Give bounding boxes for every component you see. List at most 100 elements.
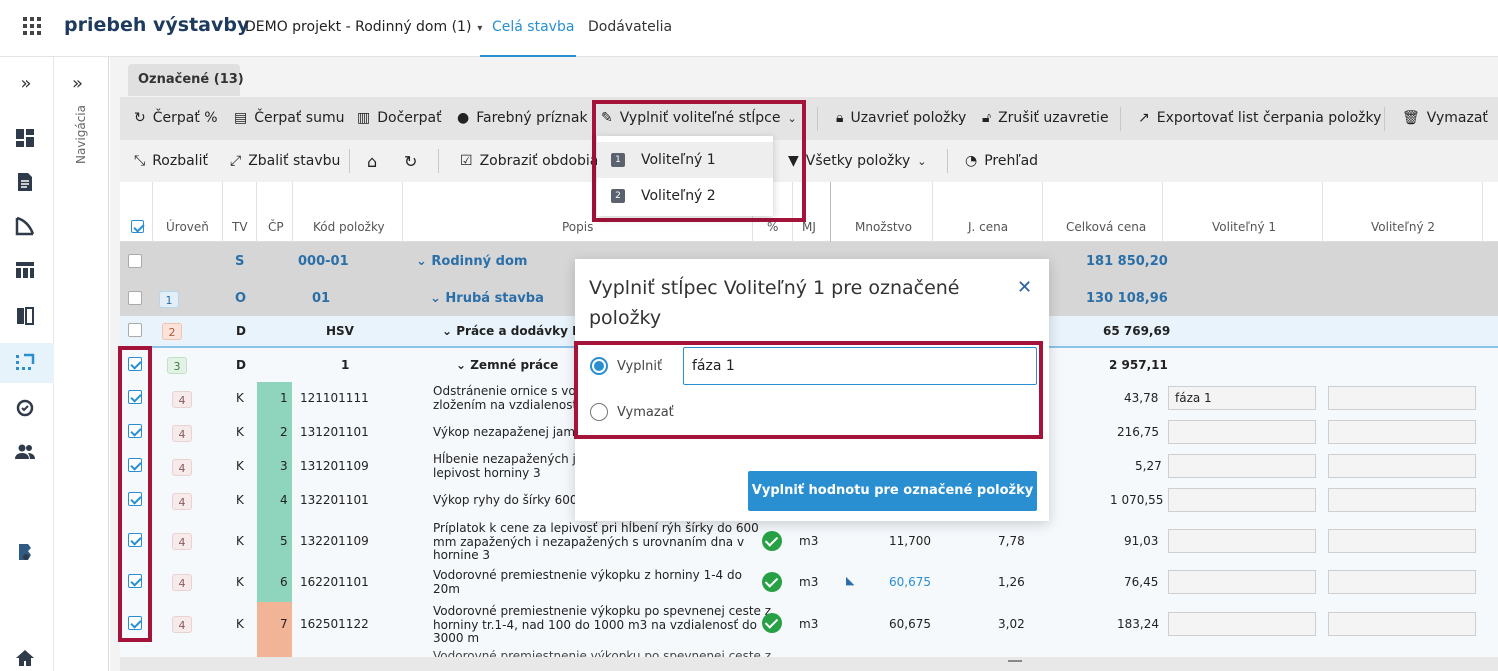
col-celkova[interactable]: Celková cena — [1066, 220, 1146, 234]
col-cp[interactable]: ČP — [268, 220, 284, 234]
volitelny2-input[interactable] — [1328, 420, 1476, 444]
volitelny2-input[interactable] — [1328, 488, 1476, 512]
chevron-down-icon: ⌄ — [442, 324, 457, 338]
level-badge: 4 — [172, 574, 192, 591]
volitelny1-input[interactable] — [1168, 454, 1316, 478]
table-row[interactable]: 4 K 5 132201109 Príplatok k cene za lepi… — [120, 518, 1498, 564]
col-jcena[interactable]: J. cena — [968, 220, 1008, 234]
vsetky-polozky-filter[interactable]: ▼ Všetky položky ⌄ — [788, 153, 926, 169]
home-icon[interactable] — [14, 647, 38, 671]
volitelny1-input[interactable] — [1168, 529, 1316, 553]
col-uroven[interactable]: Úroveň — [166, 220, 209, 234]
expand-icon[interactable]: » — [14, 73, 38, 97]
docerpat-button[interactable]: ▥ Dočerpať — [357, 110, 442, 126]
highlight-checkboxes — [118, 346, 152, 642]
volitelny2-input[interactable] — [1328, 454, 1476, 478]
toolbar-separator — [438, 149, 439, 173]
volitelny2-input[interactable] — [1328, 386, 1476, 410]
tab-oznacene[interactable]: Označené (13) — [128, 64, 244, 96]
nav-expand-icon[interactable]: » — [72, 73, 83, 94]
row-title[interactable]: ⌄ Hrubá stavba — [430, 291, 544, 306]
toolbar-separator — [817, 107, 818, 131]
cerpat-percent-button[interactable]: ↻ Čerpať % — [134, 110, 218, 126]
tab-cela-stavba[interactable]: Celá stavba — [492, 19, 574, 35]
chart-icon[interactable] — [14, 215, 38, 239]
select-all-checkbox[interactable] — [131, 220, 144, 233]
volitelny1-input[interactable] — [1168, 420, 1316, 444]
select-icon[interactable] — [14, 351, 38, 375]
horizontal-scrollbar[interactable] — [120, 657, 1498, 671]
table-row[interactable]: 4 K 7 162501122 Vodorovné premiestnenie … — [120, 600, 1498, 646]
submit-fill-button[interactable]: Vyplniť hodnotu pre označené položky — [748, 471, 1037, 511]
project-selector[interactable]: DEMO projekt - Rodinný dom (1) ▾ — [245, 19, 482, 35]
home-button[interactable]: ⌂ — [367, 152, 377, 171]
reload-button[interactable]: ↻ — [404, 152, 417, 171]
dashboard-icon[interactable] — [14, 127, 38, 151]
home-icon: ⌂ — [367, 152, 378, 171]
table-icon[interactable] — [14, 259, 38, 283]
tab-dodavatelia[interactable]: Dodávatelia — [588, 19, 672, 35]
dropdown-item-volitelny1[interactable]: 1 Voliteľný 1 — [597, 142, 773, 178]
navigation-label[interactable]: Navigácia — [74, 105, 88, 164]
cerpat-sumu-button[interactable]: ▤ Čerpať sumu — [234, 110, 344, 126]
volitelny2-input[interactable] — [1328, 612, 1476, 636]
col-popis[interactable]: Popis — [562, 220, 593, 234]
top-bar: priebeh výstavby DEMO projekt - Rodinný … — [0, 0, 1498, 57]
volitelny1-input[interactable] — [1168, 488, 1316, 512]
level-badge: 4 — [172, 616, 192, 633]
trend-icon: ↗ — [1138, 110, 1150, 126]
zbalit-button[interactable]: ⤢ Zbaliť stavbu — [230, 153, 340, 169]
farebny-priznak-button[interactable]: ● Farebný príznak — [457, 110, 588, 126]
row-checkbox[interactable] — [128, 291, 142, 305]
modal-title: Vyplniť stĺpec Voliteľný 1 pre označené … — [589, 277, 960, 329]
col-tv[interactable]: TV — [232, 220, 248, 234]
table-row[interactable]: 4 K 6 162201101 Vodorovné premiestnenie … — [120, 564, 1498, 600]
chevron-down-icon: ▾ — [477, 23, 483, 34]
brand-icon[interactable] — [14, 541, 38, 565]
vymazat-button[interactable]: 🗑︎ Vymazať — [1402, 110, 1488, 126]
compare-icon[interactable] — [14, 305, 38, 329]
navigation-panel: » Navigácia — [54, 57, 109, 671]
prehlad-button[interactable]: ◔ Prehľad — [965, 153, 1038, 169]
col-volitelny1[interactable]: Voliteľný 1 — [1212, 220, 1276, 234]
col-volitelny2[interactable]: Voliteľný 2 — [1371, 220, 1435, 234]
col-pct[interactable]: % — [767, 220, 778, 234]
dropdown-item-volitelny2[interactable]: 2 Voliteľný 2 — [597, 178, 773, 214]
col-mnozstvo[interactable]: Množstvo — [855, 220, 912, 234]
volitelny1-input[interactable]: fáza 1 — [1168, 386, 1316, 410]
toolbar-separator — [947, 149, 948, 173]
volitelny1-input[interactable] — [1168, 612, 1316, 636]
volitelny1-input[interactable] — [1168, 570, 1316, 594]
row-checkbox[interactable] — [128, 323, 142, 337]
document-icon[interactable] — [14, 171, 38, 195]
col-kod[interactable]: Kód položky — [313, 220, 385, 234]
volitelny2-input[interactable] — [1328, 529, 1476, 553]
collapse-arrows-icon: ⤢ — [230, 153, 242, 169]
col-divider — [1042, 182, 1043, 242]
zrusit-uzavretie-button[interactable]: 🔓︎ Zrušiť uzavretie — [982, 110, 1109, 126]
row-title[interactable]: ⌄ Zemné práce — [456, 358, 558, 372]
toolbar-separator — [1120, 107, 1121, 131]
level-badge: 2 — [162, 323, 182, 340]
export-button[interactable]: ↗ Exportovať list čerpania položky — [1138, 110, 1381, 126]
table-header: Úroveň TV ČP Kód položky Popis % MJ Množ… — [120, 182, 1498, 242]
col-mj[interactable]: MJ — [802, 220, 816, 234]
chevron-down-icon: ⌄ — [917, 154, 927, 168]
close-icon[interactable]: ✕ — [1017, 277, 1032, 298]
row-title[interactable]: ⌄ Rodinný dom — [416, 254, 527, 269]
calendar-check-icon: ☑ — [460, 153, 473, 169]
scroll-thumb[interactable] — [1008, 660, 1022, 662]
users-icon[interactable] — [14, 441, 38, 465]
lock-icon: 🔒︎ — [836, 110, 844, 126]
bar-chart-icon: ▥ — [357, 110, 371, 126]
row-checkbox[interactable] — [128, 254, 142, 268]
volitelny2-input[interactable] — [1328, 570, 1476, 594]
col-divider — [222, 182, 223, 242]
zobrazit-obdobia-button[interactable]: ☑ Zobraziť obdobia — [460, 153, 598, 169]
brand-title: priebeh výstavby — [64, 14, 250, 36]
rozbalit-button[interactable]: ⤡ Rozbaliť — [134, 153, 208, 169]
uzavriet-button[interactable]: 🔒︎ Uzavrieť položky — [836, 110, 966, 126]
toolbar-separator — [1384, 107, 1385, 131]
sync-icon[interactable] — [14, 397, 38, 421]
apps-grid-icon[interactable] — [22, 16, 42, 36]
